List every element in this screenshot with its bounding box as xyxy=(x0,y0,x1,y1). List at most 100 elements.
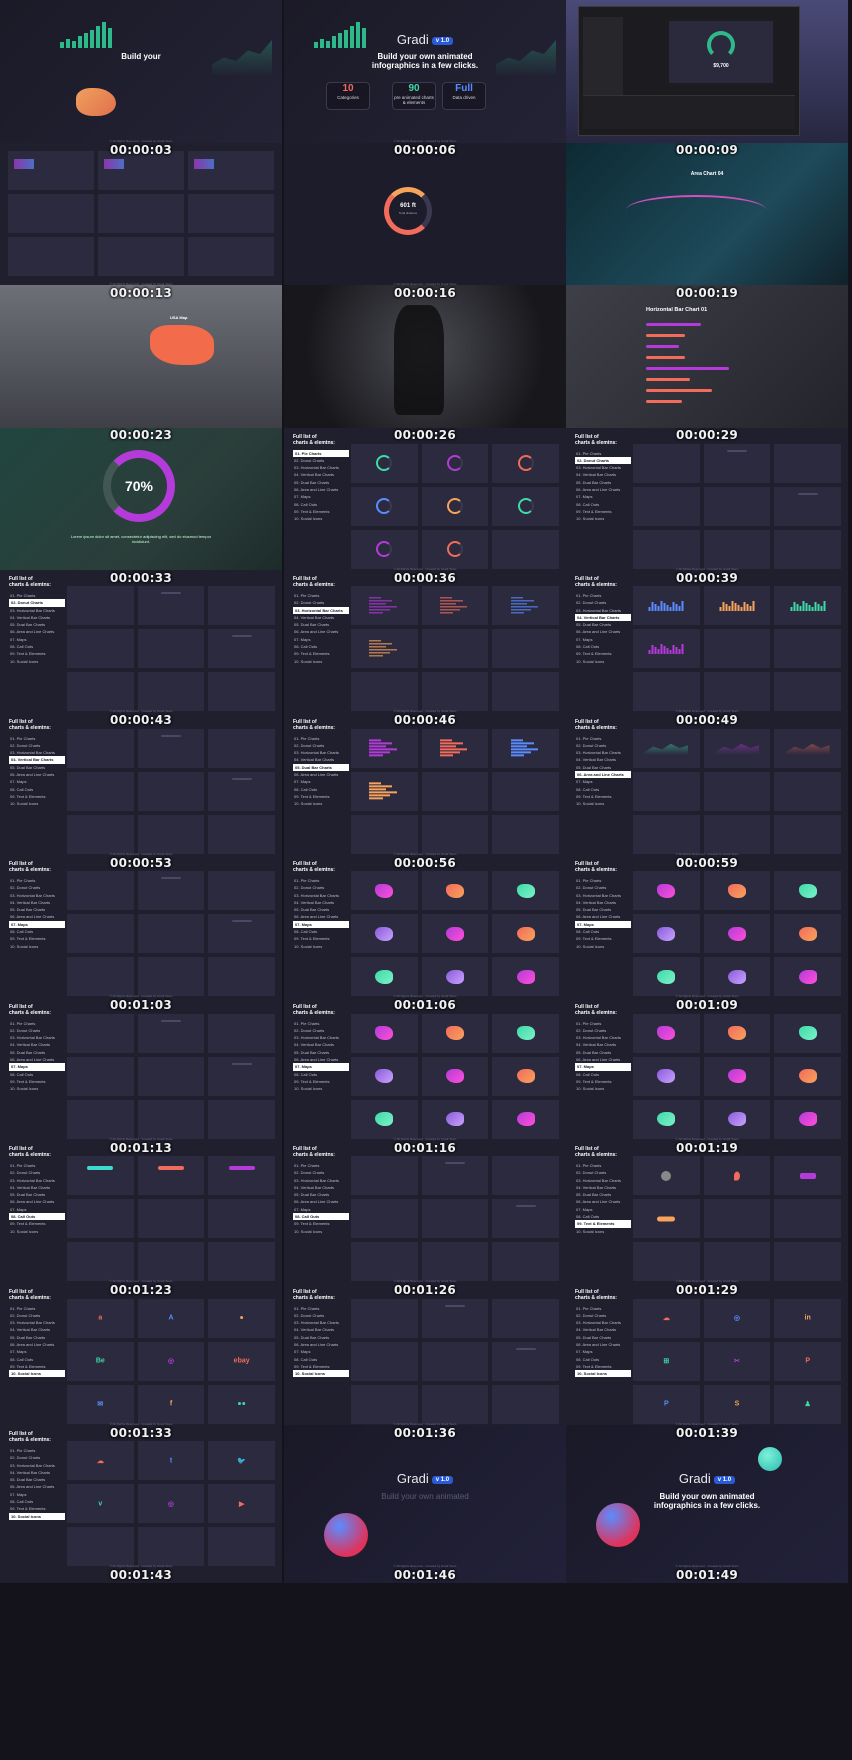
preview-tile[interactable] xyxy=(137,1013,205,1053)
category-item-5[interactable]: 05. Dual Bar Charts xyxy=(9,621,65,628)
category-item-7[interactable]: 07. Maps xyxy=(293,1206,349,1213)
category-item-4[interactable]: 04. Vertical Bar Charts xyxy=(575,1326,631,1333)
category-item-1[interactable]: 01. Pie Charts xyxy=(293,1020,349,1027)
preview-tile[interactable] xyxy=(137,914,205,953)
preview-tile[interactable] xyxy=(492,629,559,668)
preview-tile[interactable] xyxy=(703,1013,771,1053)
frame-thumbnail[interactable]: Area Chart 04 00:00:19 xyxy=(566,142,848,301)
frame-thumbnail[interactable]: Full list of charts & elemtns: 01. Pie Cha… xyxy=(566,427,848,586)
category-item-3[interactable]: 03. Horizontal Bar Charts xyxy=(293,1319,349,1326)
preview-tile[interactable] xyxy=(421,728,489,768)
category-item-8[interactable]: 08. Call Outs xyxy=(293,1213,349,1221)
category-item-1[interactable]: 01. Pie Charts xyxy=(9,735,65,742)
category-item-7[interactable]: 07. Maps xyxy=(575,493,631,500)
preview-tile[interactable]: ⊞ xyxy=(633,1341,700,1381)
preview-tile[interactable] xyxy=(703,443,771,483)
preview-tile[interactable] xyxy=(421,1199,489,1238)
preview-tile[interactable] xyxy=(633,629,700,668)
category-item-9[interactable]: 09. Text & Elements xyxy=(293,508,349,515)
preview-tile[interactable] xyxy=(633,1099,700,1139)
category-item-1[interactable]: 01. Pie Charts xyxy=(9,1305,65,1312)
preview-tile[interactable] xyxy=(492,771,559,811)
category-item-7[interactable]: 07. Maps xyxy=(9,920,65,929)
category-item-7[interactable]: 07. Maps xyxy=(575,1063,631,1071)
frame-thumbnail[interactable]: 00:00:26 xyxy=(284,285,566,443)
category-item-10[interactable]: 10. Social Icons xyxy=(293,800,349,807)
preview-tile[interactable] xyxy=(703,814,771,854)
preview-tile[interactable] xyxy=(421,1242,489,1281)
category-item-4[interactable]: 04. Vertical Bar Charts xyxy=(575,1041,631,1048)
category-item-10[interactable]: 10. Social Icons xyxy=(293,658,349,665)
preview-tile[interactable]: ✉ xyxy=(67,1384,134,1424)
preview-tile[interactable] xyxy=(421,1099,489,1139)
category-item-1[interactable]: 01. Pie Charts xyxy=(575,1162,631,1169)
preview-tile[interactable] xyxy=(351,1099,418,1139)
category-item-6[interactable]: 06. Area and Line Charts xyxy=(9,1341,65,1348)
category-item-6[interactable]: 06. Area and Line Charts xyxy=(575,1056,631,1063)
preview-tile[interactable] xyxy=(421,914,489,953)
category-item-6[interactable]: 06. Area and Line Charts xyxy=(293,913,349,920)
category-item-1[interactable]: 01. Pie Charts xyxy=(293,877,349,884)
category-item-6[interactable]: 06. Area and Line Charts xyxy=(9,771,65,778)
category-item-10[interactable]: 10. Social Icons xyxy=(9,1085,65,1092)
category-item-8[interactable]: 08. Call Outs xyxy=(575,1071,631,1078)
category-item-8[interactable]: 08. Call Outs xyxy=(9,643,65,650)
preview-tile[interactable] xyxy=(137,814,205,854)
category-item-10[interactable]: 10. Social Icons xyxy=(575,658,631,665)
preview-tile[interactable] xyxy=(492,1013,559,1053)
category-item-7[interactable]: 07. Maps xyxy=(293,920,349,929)
category-item-7[interactable]: 07. Maps xyxy=(575,1206,631,1213)
preview-tile[interactable] xyxy=(774,814,841,854)
preview-tile[interactable] xyxy=(774,728,841,768)
category-item-9[interactable]: 09. Text & Elements xyxy=(575,508,631,515)
category-item-10[interactable]: 10. Social Icons xyxy=(9,1370,65,1378)
preview-tile[interactable]: ☁ xyxy=(633,1298,700,1338)
category-item-3[interactable]: 03. Horizontal Bar Charts xyxy=(575,749,631,756)
category-item-10[interactable]: 10. Social Icons xyxy=(575,1370,631,1378)
preview-tile[interactable]: ◎ xyxy=(137,1484,205,1523)
preview-tile[interactable] xyxy=(421,1013,489,1053)
category-item-6[interactable]: 06. Area and Line Charts xyxy=(575,770,631,779)
category-item-2[interactable]: 02. Donut Charts xyxy=(293,1312,349,1319)
frame-thumbnail[interactable]: Build your © All Rights Reserved · Create… xyxy=(0,0,282,158)
category-item-4[interactable]: 04. Vertical Bar Charts xyxy=(293,471,349,478)
preview-tile[interactable]: v xyxy=(67,1484,134,1523)
preview-tile[interactable] xyxy=(137,957,205,996)
preview-tile[interactable] xyxy=(351,1242,418,1281)
preview-tile[interactable]: 🐦 xyxy=(208,1441,275,1480)
preview-tile[interactable] xyxy=(774,443,841,483)
category-item-1[interactable]: 01. Pie Charts xyxy=(9,1020,65,1027)
preview-tile[interactable] xyxy=(351,814,418,854)
preview-tile[interactable] xyxy=(351,1056,418,1096)
category-item-7[interactable]: 07. Maps xyxy=(9,1063,65,1071)
preview-tile[interactable] xyxy=(703,1199,771,1238)
preview-tile[interactable] xyxy=(492,586,559,625)
category-item-1[interactable]: 01. Pie Charts xyxy=(293,1305,349,1312)
category-item-9[interactable]: 09. Text & Elements xyxy=(575,1363,631,1370)
category-item-9[interactable]: 09. Text & Elements xyxy=(293,935,349,942)
category-item-1[interactable]: 01. Pie Charts xyxy=(293,1162,349,1169)
preview-tile[interactable] xyxy=(774,629,841,668)
preview-tile[interactable] xyxy=(421,486,489,526)
preview-tile[interactable] xyxy=(774,586,841,625)
category-item-9[interactable]: 09. Text & Elements xyxy=(575,1078,631,1085)
preview-tile[interactable] xyxy=(421,1156,489,1195)
preview-tile[interactable] xyxy=(421,1384,489,1424)
preview-tile[interactable] xyxy=(492,1298,559,1338)
preview-tile[interactable] xyxy=(67,1056,134,1096)
preview-tile[interactable]: ◎ xyxy=(137,1341,205,1381)
category-item-7[interactable]: 07. Maps xyxy=(293,636,349,643)
category-item-2[interactable]: 02. Donut Charts xyxy=(575,884,631,891)
preview-tile[interactable] xyxy=(774,771,841,811)
preview-tile[interactable] xyxy=(421,586,489,625)
preview-tile[interactable] xyxy=(208,586,275,625)
preview-tile[interactable] xyxy=(774,529,841,569)
category-item-3[interactable]: 03. Horizontal Bar Charts xyxy=(9,607,65,614)
preview-tile[interactable] xyxy=(633,529,700,569)
preview-tile[interactable] xyxy=(421,629,489,668)
category-item-8[interactable]: 08. Call Outs xyxy=(575,1213,631,1220)
preview-tile[interactable] xyxy=(208,728,275,768)
preview-tile[interactable] xyxy=(208,1156,275,1195)
preview-tile[interactable] xyxy=(208,1056,275,1096)
category-item-3[interactable]: 03. Horizontal Bar Charts xyxy=(9,1319,65,1326)
